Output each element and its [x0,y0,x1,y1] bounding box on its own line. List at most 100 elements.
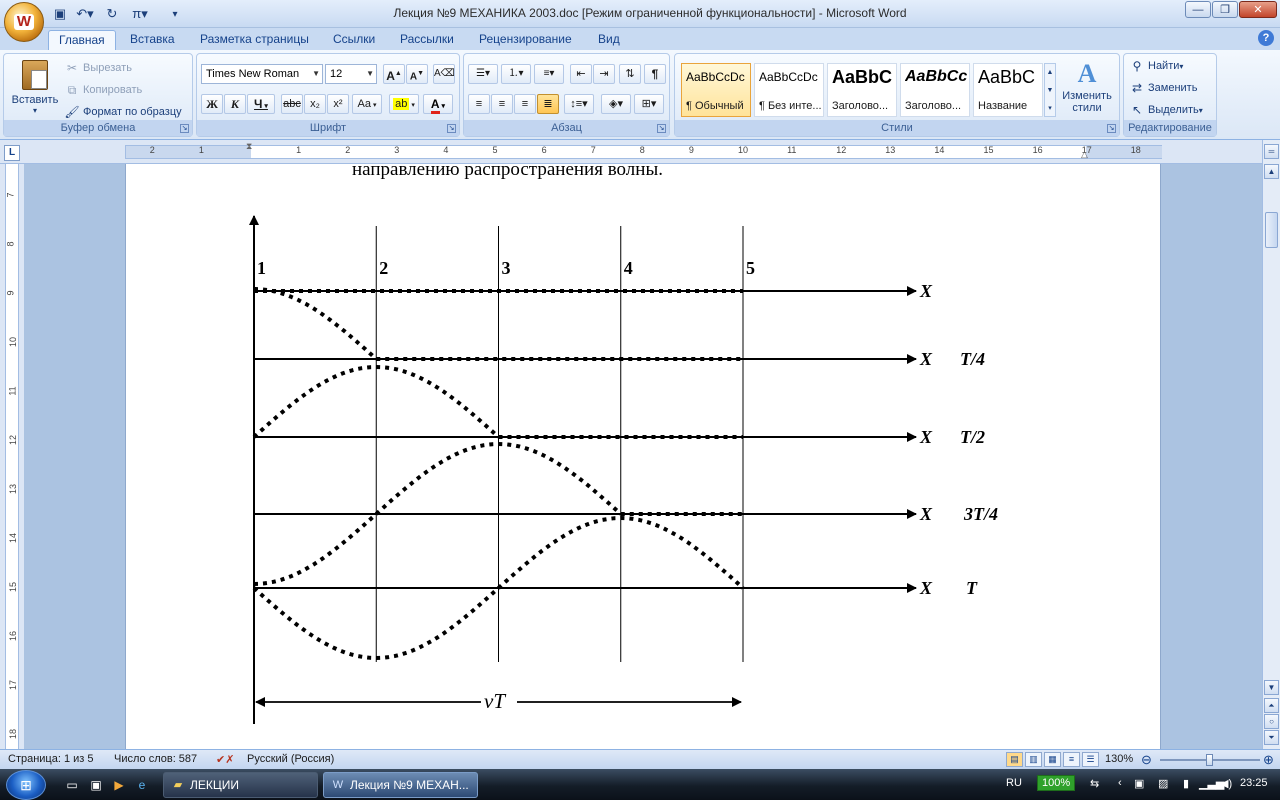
align-right-icon[interactable]: ≡ [514,94,536,114]
task-lekcii[interactable]: ▰ ЛЕКЦИИ [163,772,318,798]
zoom-out-icon[interactable]: ⊖ [1141,752,1152,768]
copy-button[interactable]: ⧉ Копировать [64,80,143,100]
styles-scroll[interactable]: ▲ ▼ ▾ [1044,63,1056,117]
styles-launcher-icon[interactable]: ↘ [1107,124,1116,133]
italic-button[interactable]: К [224,94,246,114]
outline-icon[interactable]: ≡ [1063,752,1080,767]
full-screen-reading-icon[interactable]: ▥ [1025,752,1042,767]
underline-button[interactable]: Ч ▾ [247,94,275,114]
tab-review[interactable]: Рецензирование [469,30,582,50]
previous-page-icon[interactable]: ⏶ [1264,698,1279,713]
tray-app2-icon[interactable]: ▨ [1158,777,1168,790]
cut-button[interactable]: ✂ Вырезать [64,58,132,78]
next-page-icon[interactable]: ⏷ [1264,730,1279,745]
network-icon[interactable]: ⇆ [1090,777,1099,790]
grow-font-button[interactable]: A▲ [383,64,405,84]
highlight-color-icon[interactable]: ab ▾ [389,94,419,114]
vertical-scrollbar[interactable]: ═ ▲ ▼ ⏶ ○ ⏷ [1262,140,1280,749]
tab-references[interactable]: Ссылки [323,30,385,50]
undo-icon[interactable]: ↶▾ [74,5,96,23]
font-size-combo[interactable]: 12 ▼ [325,64,377,84]
show-marks-icon[interactable]: ¶ [644,64,666,84]
word-count[interactable]: Число слов: 587 [114,753,197,765]
style-normal[interactable]: AaBbCcDc ¶ Обычный [681,63,751,117]
align-left-icon[interactable]: ≡ [468,94,490,114]
close-button[interactable]: ✕ [1239,1,1277,18]
scroll-thumb[interactable] [1265,212,1278,248]
paste-button[interactable]: Вставить ▾ [10,58,60,120]
tab-home[interactable]: Главная [48,30,116,50]
font-name-combo[interactable]: Times New Roman ▼ [201,64,323,84]
office-button[interactable]: W [4,2,44,42]
select-button[interactable]: ↖ Выделить ▾ [1129,100,1203,120]
zoom-level[interactable]: 130% [1105,753,1133,765]
clipboard-launcher-icon[interactable]: ↘ [180,124,189,133]
indent-marker-icon[interactable]: ⧗ [246,141,252,152]
zoom-slider[interactable] [1160,754,1260,766]
media-player-icon[interactable]: ▶ [111,777,127,793]
sort-icon[interactable]: ⇅ [619,64,641,84]
tab-view[interactable]: Вид [588,30,630,50]
justify-icon[interactable]: ≣ [537,94,559,114]
decrease-indent-icon[interactable]: ⇤ [570,64,592,84]
browse-object-icon[interactable]: ○ [1264,714,1279,729]
shrink-font-button[interactable]: A▼ [406,64,428,84]
superscript-button[interactable]: x² [327,94,349,114]
start-button[interactable]: ⊞ [6,770,46,800]
horizontal-ruler[interactable]: 2 1 1 2 3 4 5 6 7 8 9 10 11 12 13 14 15 16 17 18 ⧗ △ [0,140,1262,164]
tab-stop-selector[interactable]: L [4,145,20,161]
language-indicator[interactable]: Русский (Россия) [247,753,334,765]
document-page[interactable]: направлению распространения волны. 12345… [125,164,1161,749]
borders-icon[interactable]: ⊞▾ [634,94,664,114]
increase-indent-icon[interactable]: ⇥ [593,64,615,84]
redo-icon[interactable]: ↻ [104,5,120,23]
paragraph-launcher-icon[interactable]: ↘ [657,124,666,133]
input-language[interactable]: RU [1006,777,1022,789]
numbering-icon[interactable]: ⒈▾ [501,64,531,84]
split-handle-icon[interactable]: ═ [1264,144,1279,159]
save-icon[interactable]: ▣ [52,5,68,23]
style-heading-2[interactable]: AaBbCc Заголово... [900,63,970,117]
battery-indicator[interactable]: 100% [1037,775,1076,791]
scroll-down-icon[interactable]: ▼ [1264,680,1279,695]
strikethrough-button[interactable]: abc [281,94,303,114]
volume-icon[interactable]: ◀) [1220,777,1232,790]
vertical-ruler[interactable]: 7 8 9 10 11 12 13 14 15 16 17 18 [0,164,24,749]
shading-icon[interactable]: ◈▾ [601,94,631,114]
restore-button[interactable]: ❐ [1212,1,1238,18]
task-word-document[interactable]: W Лекция №9 МЕХАН... [323,772,478,798]
browser-icon[interactable]: e [134,777,150,793]
equation-icon[interactable]: π▾ [127,5,153,23]
tray-app-icon[interactable]: ▣ [1134,777,1144,790]
power-icon[interactable]: ▮ [1183,777,1189,790]
change-styles-button[interactable]: A Изменить стили [1059,58,1115,120]
style-heading-1[interactable]: AaBbC Заголово... [827,63,897,117]
align-center-icon[interactable]: ≡ [491,94,513,114]
zoom-slider-thumb[interactable] [1206,754,1213,766]
format-painter-button[interactable]: 🖌 Формат по образцу [64,102,181,122]
proofing-icon[interactable]: ✔✗ [216,753,234,766]
style-title[interactable]: AaBbC Название [973,63,1043,117]
switch-windows-icon[interactable]: ▣ [88,777,104,793]
bullets-icon[interactable]: ☰▾ [468,64,498,84]
clear-format-icon[interactable]: A⌫ [433,64,455,84]
show-desktop-icon[interactable]: ▭ [64,777,80,793]
print-layout-icon[interactable]: ▤ [1006,752,1023,767]
replace-button[interactable]: ⇄ Заменить [1129,78,1197,98]
web-layout-icon[interactable]: ▦ [1044,752,1061,767]
clock[interactable]: 23:25 [1240,777,1268,789]
style-no-spacing[interactable]: AaBbCcDc ¶ Без инте... [754,63,824,117]
draft-icon[interactable]: ☰ [1082,752,1099,767]
tab-mailings[interactable]: Рассылки [390,30,464,50]
scroll-up-icon[interactable]: ▲ [1264,164,1279,179]
customize-qat-icon[interactable]: ▾ [168,5,182,23]
page-indicator[interactable]: Страница: 1 из 5 [8,753,94,765]
tab-insert[interactable]: Вставка [120,30,185,50]
tray-expand-icon[interactable]: ‹ [1118,777,1122,789]
subscript-button[interactable]: x₂ [304,94,326,114]
find-button[interactable]: ⚲ Найти ▾ [1129,56,1184,76]
multilevel-list-icon[interactable]: ≡▾ [534,64,564,84]
line-spacing-icon[interactable]: ↕≡▾ [564,94,594,114]
right-indent-marker-icon[interactable]: △ [1081,149,1088,160]
help-icon[interactable]: ? [1258,30,1274,46]
